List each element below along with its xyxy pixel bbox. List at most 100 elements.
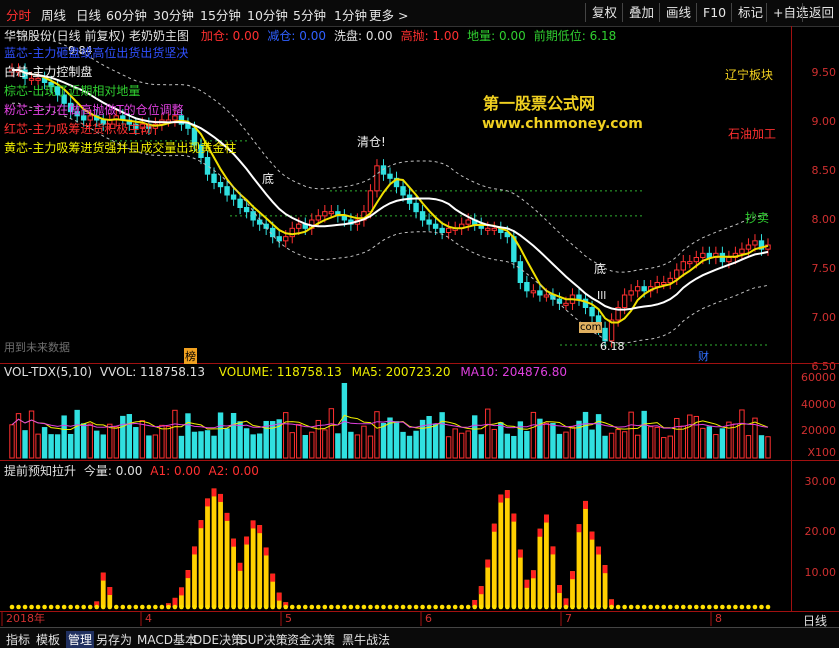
candle-body	[217, 182, 224, 188]
predict-dot	[667, 604, 673, 610]
predict-dot	[35, 604, 41, 610]
x-axis-label: 8	[715, 612, 722, 625]
bottom-tab[interactable]: DDE决策	[193, 631, 243, 648]
volume-bar	[713, 434, 719, 459]
volume-bar	[628, 411, 634, 459]
predict-bar	[263, 547, 269, 607]
volume-bar	[739, 409, 745, 459]
predict-dot	[231, 604, 236, 610]
predict-dot	[218, 604, 223, 610]
predict-dot	[628, 604, 634, 610]
volume-bar	[732, 423, 739, 459]
volume-bar	[309, 431, 315, 459]
predict-dot	[609, 604, 614, 610]
predict-dot	[107, 604, 113, 610]
predict-dot	[739, 604, 745, 610]
bottom-tab[interactable]: 黑牛战法	[342, 631, 390, 648]
volume-bar	[126, 414, 133, 459]
predict-dot	[159, 604, 165, 610]
volume-bar	[289, 432, 295, 459]
bottom-tab[interactable]: 另存为	[96, 631, 132, 648]
predict-bar-top	[224, 512, 230, 521]
predict-dot	[576, 604, 582, 610]
predict-dot	[583, 604, 588, 610]
candle-body	[628, 290, 634, 296]
predict-bar-top	[583, 500, 588, 509]
predict-bar	[198, 520, 204, 607]
bottom-tab[interactable]: 指标	[6, 631, 30, 648]
candle-body	[237, 198, 243, 209]
volume-bar	[621, 431, 628, 459]
predict-bar-top	[257, 525, 263, 534]
predict-bar-top	[524, 579, 530, 588]
candle-body	[230, 194, 237, 200]
volume-bar	[250, 434, 256, 459]
volume-bar	[569, 426, 576, 459]
volume-bar	[178, 435, 185, 459]
volume-bar	[380, 423, 387, 459]
predict-dot	[16, 604, 21, 610]
watermark-title: 第一股票公式网	[483, 94, 596, 113]
legend-item: 棕芯-出现了近期相对地量	[4, 84, 141, 98]
predict-bar-top	[557, 585, 562, 594]
signal-marker: Ill	[597, 289, 607, 302]
x-axis-label: 2018年	[6, 611, 45, 625]
volume-bar	[465, 430, 471, 459]
candle-body	[276, 236, 282, 242]
predict-dot	[557, 604, 562, 610]
predict-bar	[504, 490, 510, 607]
volume-bar	[667, 435, 673, 459]
bottom-tab[interactable]: 资金决策	[287, 631, 335, 648]
predict-dot	[713, 604, 719, 610]
volume-bar	[211, 435, 217, 459]
volume-bar	[543, 422, 550, 459]
predict-dot	[446, 604, 451, 610]
volume-bar	[283, 412, 289, 459]
candle-body	[726, 257, 732, 263]
predict-dot	[472, 604, 478, 610]
predict-dot	[322, 604, 328, 610]
volume-bar	[296, 423, 302, 459]
candle-body	[211, 173, 217, 184]
predict-dot	[400, 604, 406, 610]
predict-dot	[720, 604, 725, 610]
predict-dot	[348, 604, 354, 610]
watermark-url: www.chnmoney.com	[482, 116, 643, 132]
predict-dot	[100, 604, 106, 610]
predict-dot	[746, 604, 751, 610]
bottom-tab[interactable]: MACD基本	[137, 631, 197, 648]
legend-item: 粉芯-主力在做高抛做T的仓位调整	[4, 103, 184, 117]
candle-body	[543, 294, 550, 298]
predict-bar-top	[491, 523, 497, 532]
bottom-tab[interactable]: 管理	[66, 631, 95, 648]
predict-dot	[185, 604, 191, 610]
candle-body	[328, 211, 335, 215]
predict-dot	[120, 604, 126, 610]
finance-badge: 财	[698, 350, 709, 363]
predict-dot	[452, 604, 458, 610]
predict-dot	[687, 604, 693, 610]
predict-dot	[635, 604, 640, 610]
volume-bar	[439, 412, 445, 459]
volume-bar	[452, 428, 458, 459]
predict-dot	[329, 604, 334, 610]
predict-dot	[270, 604, 275, 610]
predict-bar-top	[602, 565, 608, 574]
predict-dot	[257, 604, 262, 610]
volume-bar	[602, 435, 608, 459]
predict-bar-top	[107, 587, 113, 596]
volume-bar	[48, 434, 54, 459]
predict-dot	[48, 604, 54, 610]
candle-body	[465, 219, 471, 225]
bottom-tab[interactable]: 模板	[36, 631, 60, 648]
clear-position-label: 清仓!	[357, 135, 386, 149]
volume-bar	[745, 435, 752, 459]
predict-dot	[648, 604, 653, 610]
volume-bar	[198, 431, 204, 459]
sector-label-1: 辽宁板块	[725, 68, 774, 82]
volume-bar	[504, 433, 511, 459]
bottom-tab[interactable]: SUP决策	[240, 631, 288, 648]
candle-body	[380, 165, 387, 175]
volume-bar	[54, 434, 61, 459]
candle-body	[706, 252, 713, 258]
